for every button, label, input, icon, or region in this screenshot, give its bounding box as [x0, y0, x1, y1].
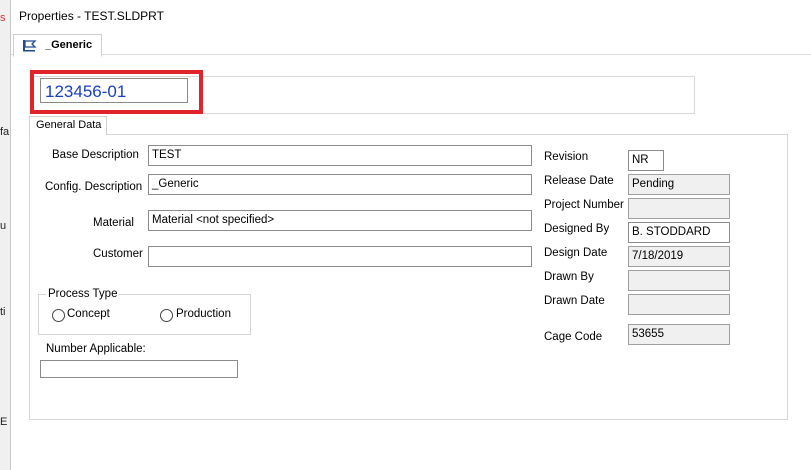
background-fragment: ti: [0, 306, 6, 318]
background-fragment: s: [0, 12, 6, 24]
customer-label: Customer: [93, 248, 143, 260]
cage-code-field[interactable]: 53655: [628, 324, 730, 345]
tab-generic-label: _Generic: [45, 39, 93, 51]
customer-field[interactable]: [148, 246, 532, 267]
concept-radio[interactable]: [52, 309, 65, 322]
config-description-field[interactable]: _Generic: [148, 174, 532, 195]
release-date-label: Release Date: [544, 175, 614, 187]
window-title: Properties - TEST.SLDPRT: [19, 9, 164, 23]
designed-by-field[interactable]: B. STODDARD: [628, 222, 730, 243]
highlight-annotation-box: [30, 70, 203, 114]
project-number-field[interactable]: [628, 198, 730, 219]
design-date-field[interactable]: 7/18/2019: [628, 246, 730, 267]
concept-radio-label[interactable]: Concept: [67, 308, 110, 320]
background-fragment: fa: [0, 126, 10, 138]
designed-by-label: Designed By: [544, 223, 610, 235]
process-type-legend: Process Type: [46, 288, 120, 300]
background-fragment: E: [0, 416, 8, 428]
material-field[interactable]: Material <not specified>: [148, 210, 532, 231]
base-description-label: Base Description: [52, 149, 139, 161]
background-app-strip: s fa u ti E: [0, 0, 11, 470]
release-date-field[interactable]: Pending: [628, 174, 730, 195]
tab-general-data[interactable]: General Data: [29, 116, 107, 135]
revision-field[interactable]: NR: [628, 150, 664, 171]
revision-label: Revision: [544, 151, 589, 163]
number-applicable-label: Number Applicable:: [46, 343, 146, 355]
number-applicable-field[interactable]: [40, 360, 238, 378]
background-fragment: u: [0, 220, 7, 232]
config-description-label: Config. Description: [45, 181, 143, 193]
drawn-by-field[interactable]: [628, 270, 730, 291]
project-number-label: Project Number: [544, 199, 624, 211]
design-date-label: Design Date: [544, 247, 608, 259]
base-description-field[interactable]: TEST: [148, 145, 532, 166]
material-label: Material: [93, 217, 134, 229]
tab-generic-config[interactable]: _Generic: [13, 34, 102, 57]
production-radio-label[interactable]: Production: [176, 308, 231, 320]
production-radio[interactable]: [160, 309, 173, 322]
drawn-date-field[interactable]: [628, 294, 730, 315]
drawn-by-label: Drawn By: [544, 271, 594, 283]
cage-code-label: Cage Code: [544, 331, 603, 343]
tab-general-data-label: General Data: [36, 119, 102, 131]
configuration-flag-icon: [23, 40, 37, 52]
drawn-date-label: Drawn Date: [544, 295, 605, 307]
tab-strip-divider: [11, 54, 811, 55]
